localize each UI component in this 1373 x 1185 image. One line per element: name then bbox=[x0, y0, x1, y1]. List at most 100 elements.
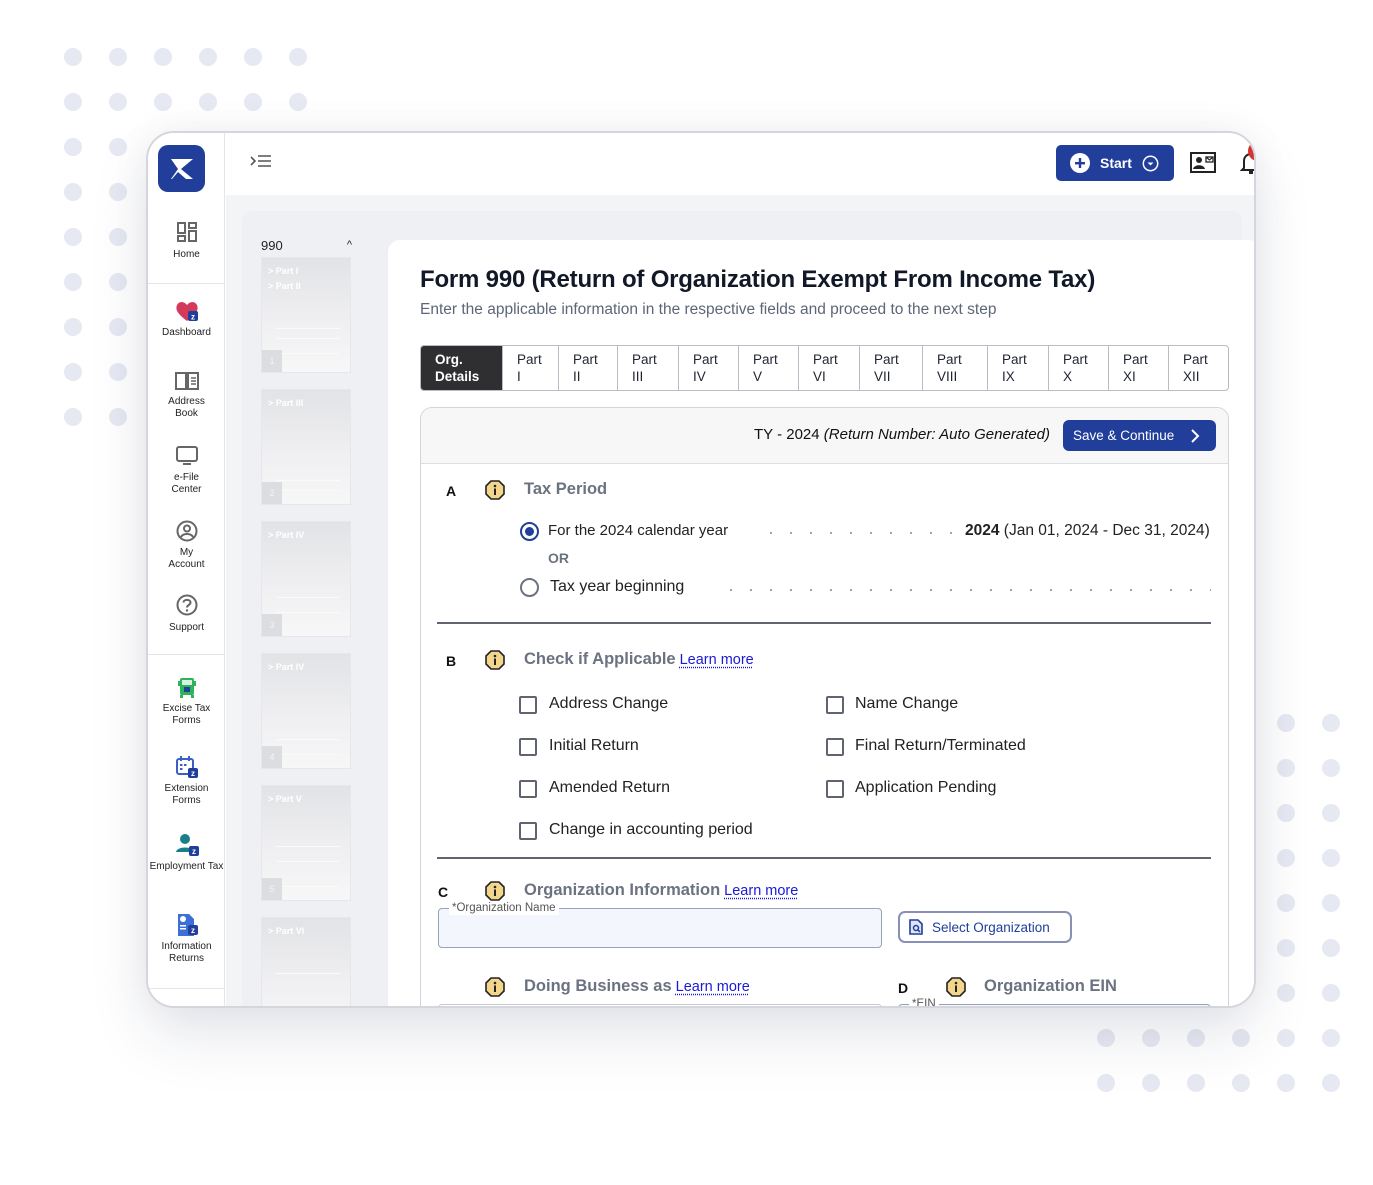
sidebar-item-home[interactable]: Home bbox=[148, 221, 225, 261]
sidebar-item-efile-center[interactable]: e-File Center bbox=[148, 444, 225, 496]
return-number: (Return Number: Auto Generated) bbox=[823, 426, 1050, 443]
radio-tax-year-beginning[interactable] bbox=[520, 578, 539, 597]
learn-more-link[interactable]: Learn more bbox=[676, 979, 750, 995]
radio-calendar-year[interactable] bbox=[520, 522, 539, 541]
app-logo[interactable] bbox=[158, 145, 205, 192]
form-card-header: TY - 2024 (Return Number: Auto Generated… bbox=[421, 408, 1228, 464]
sidebar-item-extension-forms[interactable]: z Extension Forms bbox=[148, 755, 225, 807]
dotted-leader bbox=[721, 589, 1211, 591]
tab-part-viii[interactable]: Part VIII bbox=[923, 346, 988, 390]
top-bar: Start 15 bbox=[226, 133, 1254, 195]
organization-name-input[interactable]: *Organization Name bbox=[438, 901, 882, 948]
sidebar-item-my-account[interactable]: My Account bbox=[148, 519, 225, 571]
thumbnail-page[interactable]: > Part IV 3 bbox=[261, 521, 351, 637]
tab-part-v[interactable]: Part V bbox=[739, 346, 799, 390]
svg-text:z: z bbox=[191, 313, 195, 322]
home-grid-icon bbox=[176, 222, 197, 242]
tab-part-iii[interactable]: Part III bbox=[618, 346, 679, 390]
form-panel: Form 990 (Return of Organization Exempt … bbox=[388, 240, 1254, 1006]
sidebar-item-employment-tax[interactable]: z Employment Tax bbox=[148, 833, 225, 873]
tab-part-xi[interactable]: Part XI bbox=[1109, 346, 1169, 390]
checkbox-address-change[interactable] bbox=[519, 696, 537, 714]
thumbnail-label: > Part II bbox=[268, 281, 301, 291]
nav-divider bbox=[148, 988, 225, 989]
thumbnail-label: > Part VI bbox=[268, 926, 305, 936]
sidebar-item-dashboard[interactable]: z Dashboard bbox=[148, 299, 225, 339]
thumbnail-label: > Part V bbox=[268, 794, 302, 804]
sidebar-item-label: Support bbox=[168, 622, 205, 633]
tab-part-vi[interactable]: Part VI bbox=[799, 346, 860, 390]
form-tabs: Org. Details Part I Part II Part III Par… bbox=[420, 345, 1229, 391]
section-divider bbox=[437, 622, 1211, 624]
sidebar-item-support[interactable]: Support bbox=[148, 594, 225, 634]
doing-business-as-input[interactable]: Doing Business as bbox=[438, 1004, 882, 1006]
calendar-icon: z bbox=[175, 756, 198, 778]
checkbox-label: Change in accounting period bbox=[549, 821, 753, 838]
info-icon[interactable] bbox=[485, 881, 505, 901]
ein-input[interactable]: *EIN bbox=[898, 997, 1211, 1006]
start-button[interactable]: Start bbox=[1056, 145, 1174, 181]
sidebar-item-label: Address Book bbox=[168, 396, 205, 419]
sidebar-item-excise-tax-forms[interactable]: Excise Tax Forms bbox=[148, 675, 225, 727]
thumbnail-page[interactable]: > Part I > Part II 1 bbox=[261, 257, 351, 373]
checkbox-amended-return[interactable] bbox=[519, 780, 537, 798]
thumbnail-page[interactable]: > Part V 5 bbox=[261, 785, 351, 901]
ein-label: *EIN bbox=[909, 997, 939, 1006]
menu-toggle-icon[interactable] bbox=[250, 153, 272, 171]
tax-year: TY - 2024 bbox=[754, 426, 820, 443]
page-subtitle: Enter the applicable information in the … bbox=[420, 301, 997, 318]
checkbox-label: Final Return/Terminated bbox=[855, 737, 1026, 754]
save-continue-button[interactable]: Save & Continue bbox=[1063, 420, 1216, 451]
nav-divider bbox=[148, 654, 225, 655]
svg-text:z: z bbox=[191, 926, 195, 935]
sidebar-item-label: Excise Tax Forms bbox=[162, 703, 211, 726]
thumbnail-page-number: 5 bbox=[262, 878, 282, 900]
contact-card-icon[interactable] bbox=[1190, 152, 1216, 174]
sidebar-item-address-book[interactable]: Address Book bbox=[148, 368, 225, 420]
learn-more-link[interactable]: Learn more bbox=[680, 652, 754, 668]
tab-part-ix[interactable]: Part IX bbox=[988, 346, 1049, 390]
info-icon[interactable] bbox=[946, 977, 966, 997]
info-document-icon: z bbox=[177, 914, 198, 936]
page-thumbnails: 990 ^ > Part I > Part II 1 > Part III 2 >… bbox=[258, 229, 368, 1006]
checkbox-application-pending[interactable] bbox=[826, 780, 844, 798]
thumbnail-label: > Part IV bbox=[268, 662, 305, 672]
checkbox-name-change[interactable] bbox=[826, 696, 844, 714]
info-icon[interactable] bbox=[485, 650, 505, 670]
collapse-chevron-icon[interactable]: ^ bbox=[347, 239, 368, 251]
section-divider bbox=[437, 857, 1211, 859]
info-icon[interactable] bbox=[485, 480, 505, 500]
thumbnail-page[interactable]: > Part VI bbox=[261, 917, 351, 1006]
logo-x-icon bbox=[170, 158, 193, 179]
tab-part-vii[interactable]: Part VII bbox=[860, 346, 923, 390]
learn-more-link[interactable]: Learn more bbox=[724, 883, 798, 899]
select-organization-button[interactable]: Select Organization bbox=[898, 911, 1072, 943]
save-continue-label: Save & Continue bbox=[1073, 428, 1175, 443]
checkbox-final-return[interactable] bbox=[826, 738, 844, 756]
thumbnail-label: > Part IV bbox=[268, 530, 305, 540]
thumbnail-page[interactable]: > Part III 2 bbox=[261, 389, 351, 505]
tax-year-beginning-label: Tax year beginning bbox=[550, 578, 685, 595]
tab-part-x[interactable]: Part X bbox=[1049, 346, 1109, 390]
tab-part-i[interactable]: Part I bbox=[503, 346, 559, 390]
calendar-year-label: For the 2024 calendar year bbox=[548, 522, 729, 539]
tab-part-ii[interactable]: Part II bbox=[559, 346, 618, 390]
tab-org-details[interactable]: Org. Details bbox=[421, 346, 503, 390]
info-icon[interactable] bbox=[485, 977, 505, 997]
thumbnail-page-number: 4 bbox=[262, 746, 282, 768]
help-icon bbox=[176, 594, 197, 616]
thumbnails-header[interactable]: 990 ^ bbox=[258, 229, 368, 257]
tab-part-xii[interactable]: Part XII bbox=[1169, 346, 1228, 390]
checkbox-change-accounting-period[interactable] bbox=[519, 822, 537, 840]
sidebar-item-label: My Account bbox=[168, 547, 205, 570]
truck-icon bbox=[177, 678, 196, 698]
svg-text:z: z bbox=[192, 847, 196, 856]
thumbnail-page[interactable]: > Part IV 4 bbox=[261, 653, 351, 769]
tab-part-iv[interactable]: Part IV bbox=[679, 346, 739, 390]
checkbox-label: Amended Return bbox=[549, 779, 670, 796]
user-circle-icon bbox=[176, 520, 197, 542]
checkbox-initial-return[interactable] bbox=[519, 738, 537, 756]
sidebar-item-information-returns[interactable]: z Information Returns bbox=[148, 913, 225, 965]
start-label: Start bbox=[1100, 155, 1132, 171]
select-organization-label: Select Organization bbox=[932, 919, 1050, 935]
